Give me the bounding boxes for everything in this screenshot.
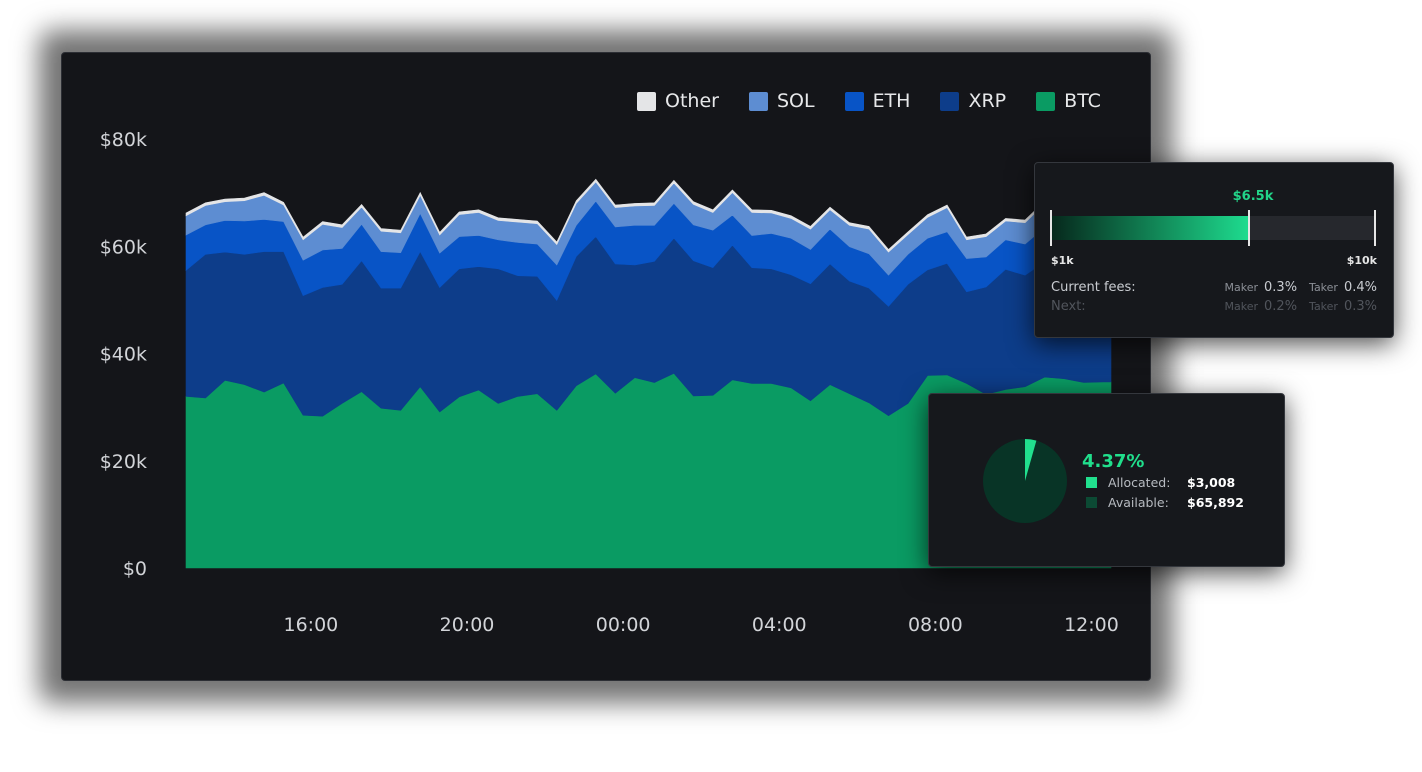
fee-max-label: $10k: [1346, 254, 1377, 267]
x-tick-label: 08:00: [908, 614, 963, 636]
x-tick-label: 12:00: [1064, 614, 1119, 636]
allocated-row: Allocated: $3,008: [1086, 475, 1235, 490]
legend-label-btc: BTC: [1064, 90, 1101, 112]
legend-label-other: Other: [665, 90, 719, 112]
legend-swatch-btc: [1036, 91, 1056, 111]
x-tick-label: 16:00: [284, 614, 339, 636]
chart-legend: Other SOL ETH XRP BTC: [637, 90, 1101, 112]
fee-tick-current: [1247, 210, 1250, 246]
legend-item-btc: BTC: [1036, 90, 1101, 112]
next-fees-label: Next:: [1051, 299, 1086, 314]
x-tick-label: 00:00: [596, 614, 651, 636]
allocated-value: $3,008: [1187, 475, 1236, 490]
y-tick-label: $80k: [100, 129, 147, 151]
x-tick-label: 04:00: [752, 614, 807, 636]
stacked-area-chart: $0 $20k $40k $60k $80k 16:00 20:00 00:00 04:00 0…: [100, 129, 1119, 636]
y-tick-label: $0: [123, 558, 147, 580]
legend-item-other: Other: [637, 90, 719, 112]
next-taker-value: 0.3%: [1343, 299, 1377, 314]
current-maker-label: Maker: [1224, 281, 1259, 294]
legend-item-xrp: XRP: [940, 90, 1006, 112]
fee-min-label: $1k: [1051, 254, 1074, 267]
next-fees-row: Next: Maker 0.2% Taker 0.3%: [1051, 299, 1377, 314]
legend-label-eth: ETH: [872, 90, 911, 112]
legend-swatch-eth: [844, 91, 864, 111]
legend-swatch-sol: [748, 91, 768, 111]
fee-tick-start: [1050, 210, 1052, 246]
fee-progress-fill: [1051, 216, 1249, 240]
allocation-pie: [983, 439, 1067, 523]
current-taker-value: 0.4%: [1343, 280, 1377, 295]
allocation-percent: 4.37%: [1082, 451, 1145, 472]
x-tick-label: 20:00: [440, 614, 495, 636]
current-maker-value: 0.3%: [1264, 280, 1298, 295]
legend-swatch-xrp: [940, 91, 960, 111]
next-taker-label: Taker: [1309, 300, 1338, 313]
x-axis: 16:00 20:00 00:00 04:00 08:00 12:00: [284, 614, 1119, 636]
legend-item-eth: ETH: [844, 90, 911, 112]
fee-progress-track: [1050, 210, 1376, 246]
available-label: Available:: [1108, 495, 1169, 510]
current-fees-row: Current fees: Maker 0.3% Taker 0.4%: [1051, 280, 1377, 295]
current-taker-label: Taker: [1309, 281, 1338, 294]
available-swatch: [1086, 497, 1097, 508]
allocation-card: 4.37% Allocated: $3,008 Available: $65,8…: [928, 393, 1285, 567]
allocated-label: Allocated:: [1108, 475, 1171, 490]
available-row: Available: $65,892: [1086, 495, 1244, 510]
y-tick-label: $40k: [100, 344, 147, 366]
next-maker-value: 0.2%: [1264, 299, 1298, 314]
legend-label-sol: SOL: [776, 90, 815, 112]
current-fees-label: Current fees:: [1051, 280, 1136, 295]
fee-tick-end: [1374, 210, 1376, 246]
y-axis: $0 $20k $40k $60k $80k: [100, 129, 147, 580]
allocated-swatch: [1086, 477, 1097, 488]
y-tick-label: $60k: [100, 236, 147, 258]
available-value: $65,892: [1187, 495, 1244, 510]
legend-label-xrp: XRP: [968, 90, 1007, 112]
next-maker-label: Maker: [1224, 300, 1259, 313]
y-tick-label: $20k: [100, 451, 147, 473]
fee-current-volume: $6.5k: [1232, 189, 1274, 204]
legend-swatch-other: [637, 91, 656, 111]
fee-tier-card: $6.5k $1k $10k Current fees: Maker 0.3% …: [1034, 162, 1394, 338]
legend-item-sol: SOL: [748, 90, 815, 112]
